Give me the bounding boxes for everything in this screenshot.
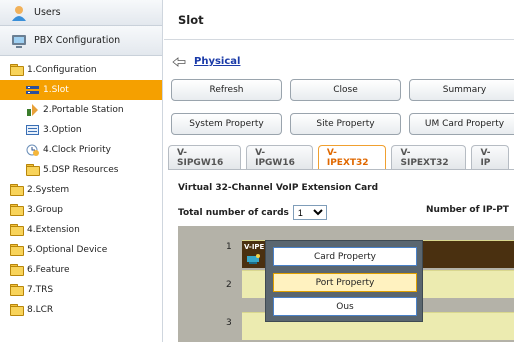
total-cards-select[interactable]: 1 — [292, 205, 327, 220]
folder-icon — [26, 164, 40, 176]
summary-button[interactable]: Summary — [409, 79, 514, 101]
total-cards-label: Total number of cards — [178, 207, 289, 218]
slot-number: 3 — [226, 318, 232, 328]
portable-station-icon — [26, 104, 39, 116]
context-menu: Card Property Port Property Ous — [265, 240, 423, 322]
tab-divider — [168, 169, 514, 170]
card-property-menu-item[interactable]: Card Property — [273, 247, 417, 266]
card-tabs: V-SIPGW16 V-IPGW16 V-IPEXT32 V-SIPEXT32 … — [168, 145, 514, 169]
ous-menu-item[interactable]: Ous — [273, 297, 417, 316]
sidebar-item-configuration[interactable]: 1.Configuration — [0, 60, 162, 80]
slot-card-tag: V-IPE — [244, 243, 265, 251]
sidebar-item-optional-device[interactable]: 5.Optional Device — [0, 240, 162, 260]
close-button[interactable]: Close — [290, 79, 401, 101]
slot-number: 1 — [226, 242, 232, 252]
sidebar-item-system[interactable]: 2.System — [0, 180, 162, 200]
main-panel: Slot Physical Refresh Close Summary Syst… — [164, 0, 514, 342]
sidebar-header-pbx[interactable]: PBX Configuration — [0, 26, 162, 56]
sidebar-item-feature[interactable]: 6.Feature — [0, 260, 162, 280]
sidebar: Users PBX Configuration 1.Configuration … — [0, 0, 163, 342]
tab-v-sipext32[interactable]: V-SIPEXT32 — [391, 145, 467, 169]
sidebar-item-clock-priority[interactable]: 4.Clock Priority — [0, 140, 162, 160]
folder-icon — [10, 244, 24, 256]
tab-v-sipgw16[interactable]: V-SIPGW16 — [168, 145, 242, 169]
folder-open-icon — [10, 64, 24, 76]
ip-pt-label: Number of IP-PT — [426, 205, 509, 215]
tab-v-ipgw16[interactable]: V-IPGW16 — [246, 145, 313, 169]
system-property-button[interactable]: System Property — [171, 113, 282, 135]
folder-icon — [10, 224, 24, 236]
folder-icon — [10, 284, 24, 296]
sidebar-item-portable-station[interactable]: 2.Portable Station — [0, 100, 162, 120]
sidebar-item-option[interactable]: 3.Option — [0, 120, 162, 140]
sidebar-item-dsp-resources[interactable]: 5.DSP Resources — [0, 160, 162, 180]
users-icon — [10, 4, 28, 22]
folder-icon — [10, 264, 24, 276]
pbx-icon — [10, 32, 28, 50]
port-property-menu-item[interactable]: Port Property — [273, 273, 417, 292]
page-title: Slot — [164, 0, 514, 40]
breadcrumb: Physical — [172, 56, 240, 67]
back-arrow-icon[interactable] — [172, 56, 186, 67]
um-card-property-button[interactable]: UM Card Property — [409, 113, 514, 135]
breadcrumb-link-physical[interactable]: Physical — [194, 56, 240, 67]
folder-icon — [10, 304, 24, 316]
card-title: Virtual 32-Channel VoIP Extension Card — [178, 183, 379, 193]
sidebar-item-trs[interactable]: 7.TRS — [0, 280, 162, 300]
sidebar-tree: 1.Configuration 1.Slot 2.Portable Statio… — [0, 56, 162, 320]
sidebar-item-extension[interactable]: 4.Extension — [0, 220, 162, 240]
pbx-label: PBX Configuration — [34, 35, 121, 46]
sidebar-item-group[interactable]: 3.Group — [0, 200, 162, 220]
site-property-button[interactable]: Site Property — [290, 113, 401, 135]
clock-icon — [26, 144, 39, 156]
folder-icon — [10, 204, 24, 216]
sidebar-header-users[interactable]: Users — [0, 0, 162, 26]
tab-v-ipext32[interactable]: V-IPEXT32 — [317, 145, 387, 169]
total-cards-row: Total number of cards 1 — [178, 205, 327, 220]
refresh-button[interactable]: Refresh — [171, 79, 282, 101]
slot-icon — [26, 84, 39, 96]
slot-number: 2 — [226, 280, 232, 290]
option-icon — [26, 124, 39, 136]
card-icon — [247, 253, 261, 268]
tab-v-ip[interactable]: V-IP — [471, 145, 510, 169]
folder-icon — [10, 184, 24, 196]
sidebar-item-slot[interactable]: 1.Slot — [0, 80, 162, 100]
users-label: Users — [34, 7, 61, 18]
sidebar-item-lcr[interactable]: 8.LCR — [0, 300, 162, 320]
